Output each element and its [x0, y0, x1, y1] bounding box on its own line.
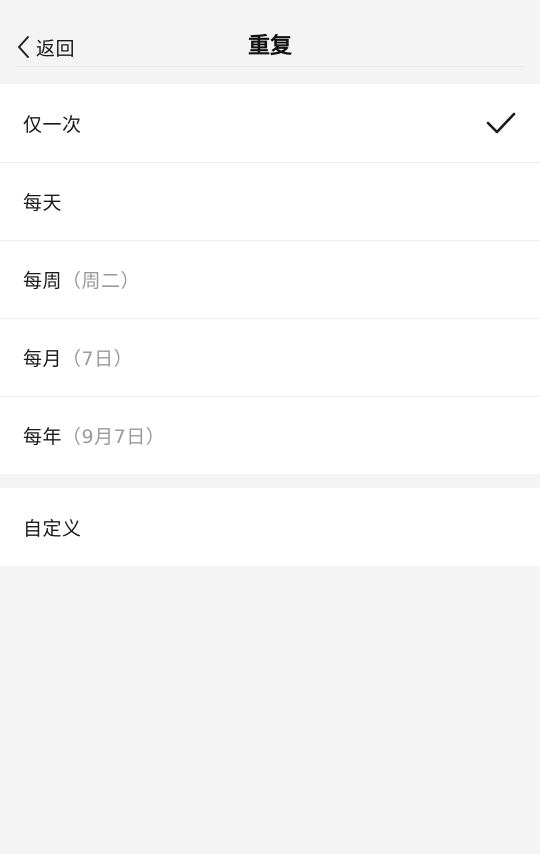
- option-label: 仅一次: [23, 113, 82, 136]
- header-divider: [16, 66, 524, 67]
- option-label: 每年: [23, 425, 63, 448]
- option-weekly[interactable]: 每周 （周二）: [0, 240, 540, 318]
- custom-option-group: 自定义: [0, 488, 540, 566]
- option-detail: （7日）: [62, 347, 134, 370]
- option-once[interactable]: 仅一次: [0, 84, 540, 162]
- option-label: 自定义: [23, 517, 82, 540]
- repeat-options-list: 仅一次 每天 每周 （周二） 每月 （7日） 每年 （9月7日）: [0, 84, 540, 474]
- option-monthly[interactable]: 每月 （7日）: [0, 318, 540, 396]
- navigation-bar: 返回 重复: [0, 0, 540, 84]
- option-detail: （周二）: [62, 269, 141, 292]
- option-detail: （9月7日）: [62, 425, 166, 448]
- option-label: 每天: [23, 191, 63, 214]
- page-title: 重复: [247, 34, 292, 59]
- checkmark-icon: [486, 112, 516, 134]
- option-custom[interactable]: 自定义: [0, 488, 540, 566]
- option-yearly[interactable]: 每年 （9月7日）: [0, 396, 540, 474]
- option-label: 每月: [23, 347, 63, 370]
- option-daily[interactable]: 每天: [0, 162, 540, 240]
- option-label: 每周: [23, 269, 63, 292]
